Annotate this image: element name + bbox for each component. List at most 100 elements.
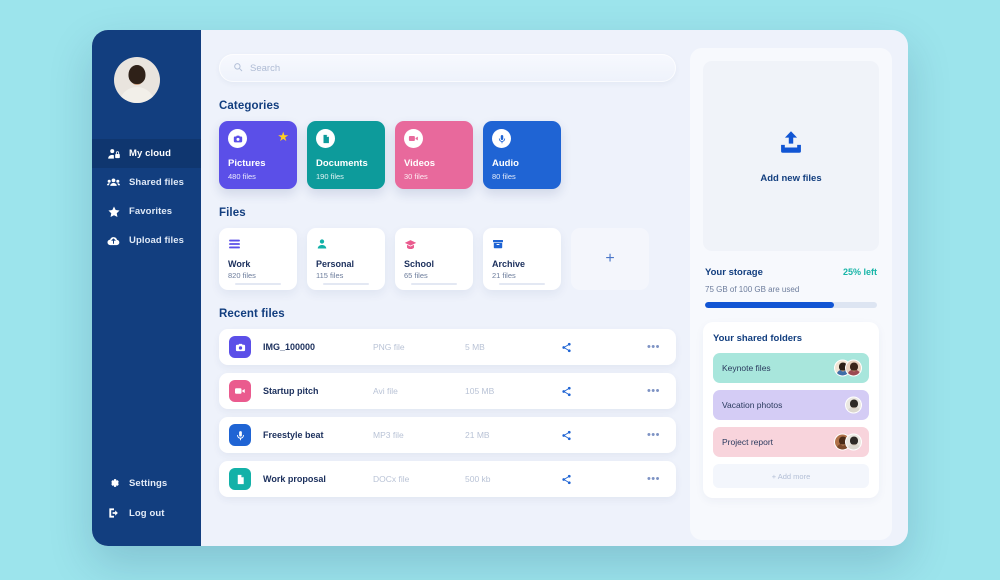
file-folder-name: Work [228, 259, 251, 269]
file-type: DOCx file [373, 474, 410, 484]
add-more-folder-button[interactable]: + Add more [713, 464, 869, 488]
file-folder-name: School [404, 259, 435, 269]
category-count: 190 files [316, 172, 344, 181]
shared-folder-project-report[interactable]: Project report [713, 427, 869, 457]
mic-icon [229, 424, 251, 446]
sidebar-item-log-out[interactable]: Log out [92, 498, 201, 528]
avatar [845, 396, 862, 414]
file-folder-card-archive[interactable]: Archive 21 files [483, 228, 561, 290]
sidebar-item-my-cloud[interactable]: My cloud [92, 139, 201, 168]
category-name: Videos [404, 158, 435, 169]
file-name: Freestyle beat [263, 430, 324, 440]
file-folder-card-work[interactable]: Work 820 files [219, 228, 297, 290]
categories-title: Categories [219, 100, 280, 112]
file-folder-card-personal[interactable]: Personal 115 files [307, 228, 385, 290]
shared-folder-name: Keynote files [722, 363, 771, 373]
more-options-icon[interactable]: ••• [587, 341, 666, 353]
left-column: Search Categories ★ Pictures 480 files D… [219, 54, 676, 546]
add-folder-button[interactable]: + [571, 228, 649, 290]
sidebar-item-upload-files[interactable]: Upload files [92, 226, 201, 255]
main-content: Search Categories ★ Pictures 480 files D… [201, 30, 908, 546]
avatar[interactable] [114, 57, 160, 103]
category-name: Audio [492, 158, 519, 169]
search-input[interactable]: Search [250, 63, 280, 74]
upload-dropzone[interactable]: Add new files [703, 61, 879, 251]
table-row[interactable]: Startup pitch Avi file 105 MB ••• [219, 373, 676, 409]
sidebar-item-favorites[interactable]: Favorites [92, 197, 201, 226]
graduation-cap-icon [404, 237, 464, 251]
video-icon [404, 129, 423, 148]
file-folder-progress [411, 283, 457, 285]
avatar-group [834, 433, 862, 451]
file-folder-count: 115 files [316, 271, 344, 280]
avatar [845, 359, 862, 377]
recent-files-list: IMG_100000 PNG file 5 MB ••• Startup pit… [219, 329, 676, 497]
category-count: 80 files [492, 172, 516, 181]
storage-progress-bar [705, 302, 877, 308]
table-row[interactable]: Work proposal DOCx file 500 kb ••• [219, 461, 676, 497]
mic-icon [492, 129, 511, 148]
avatar-body [119, 87, 155, 103]
file-size: 21 MB [465, 430, 490, 440]
share-icon[interactable] [545, 342, 587, 353]
file-folder-card-school[interactable]: School 65 files [395, 228, 473, 290]
recent-files-title: Recent files [219, 308, 285, 320]
share-icon[interactable] [545, 386, 587, 397]
file-folder-name: Personal [316, 259, 355, 269]
category-card-audio[interactable]: Audio 80 files [483, 121, 561, 189]
table-row[interactable]: IMG_100000 PNG file 5 MB ••• [219, 329, 676, 365]
video-icon [229, 380, 251, 402]
category-card-documents[interactable]: Documents 190 files [307, 121, 385, 189]
logout-icon [106, 506, 121, 521]
files-title: Files [219, 207, 246, 219]
sidebar-nav: My cloud Shared files Favorites Upload f… [92, 139, 201, 255]
file-folder-count: 65 files [404, 271, 428, 280]
file-size: 105 MB [465, 386, 495, 396]
category-count: 480 files [228, 172, 256, 181]
plus-icon: + [605, 250, 615, 267]
file-size: 500 kb [465, 474, 491, 484]
file-type: MP3 file [373, 430, 404, 440]
search-bar[interactable]: Search [219, 54, 676, 82]
file-folder-count: 21 files [492, 271, 516, 280]
shared-folder-keynote-files[interactable]: Keynote files [713, 353, 869, 383]
sidebar-item-label: Log out [129, 507, 165, 519]
users-group-icon [106, 175, 121, 190]
table-row[interactable]: Freestyle beat MP3 file 21 MB ••• [219, 417, 676, 453]
storage-title: Your storage [705, 267, 763, 278]
share-icon[interactable] [545, 474, 587, 485]
file-name: IMG_100000 [263, 342, 316, 352]
more-options-icon[interactable]: ••• [587, 385, 666, 397]
sidebar: My cloud Shared files Favorites Upload f… [92, 30, 201, 546]
camera-icon [229, 336, 251, 358]
category-card-videos[interactable]: Videos 30 files [395, 121, 473, 189]
upload-label: Add new files [760, 173, 822, 184]
sidebar-item-label: Favorites [129, 206, 173, 217]
add-more-label: + Add more [771, 471, 811, 481]
files-list: Work 820 files Personal 115 files School… [219, 228, 676, 290]
more-options-icon[interactable]: ••• [587, 473, 666, 485]
sidebar-item-shared-files[interactable]: Shared files [92, 168, 201, 197]
sidebar-item-settings[interactable]: Settings [92, 468, 201, 498]
sidebar-item-label: Upload files [129, 235, 185, 246]
file-folder-progress [499, 283, 545, 285]
category-name: Documents [316, 158, 368, 169]
category-count: 30 files [404, 172, 428, 181]
category-card-pictures[interactable]: ★ Pictures 480 files [219, 121, 297, 189]
storage-detail: 75 GB of 100 GB are used [705, 285, 800, 294]
file-folder-count: 820 files [228, 271, 256, 280]
right-panel: Add new files Your storage 25% left 75 G… [690, 48, 892, 540]
more-options-icon[interactable]: ••• [587, 429, 666, 441]
star-icon [106, 204, 121, 219]
sidebar-item-label: Settings [129, 477, 168, 489]
share-icon[interactable] [545, 430, 587, 441]
sidebar-item-label: My cloud [129, 148, 171, 159]
storage-header: Your storage 25% left [705, 267, 877, 278]
shared-folder-name: Project report [722, 437, 774, 447]
search-icon [233, 59, 243, 77]
cloud-upload-icon [106, 233, 121, 248]
person-icon [316, 237, 376, 251]
file-folder-progress [323, 283, 369, 285]
document-icon [229, 468, 251, 490]
shared-folder-vacation-photos[interactable]: Vacation photos [713, 390, 869, 420]
